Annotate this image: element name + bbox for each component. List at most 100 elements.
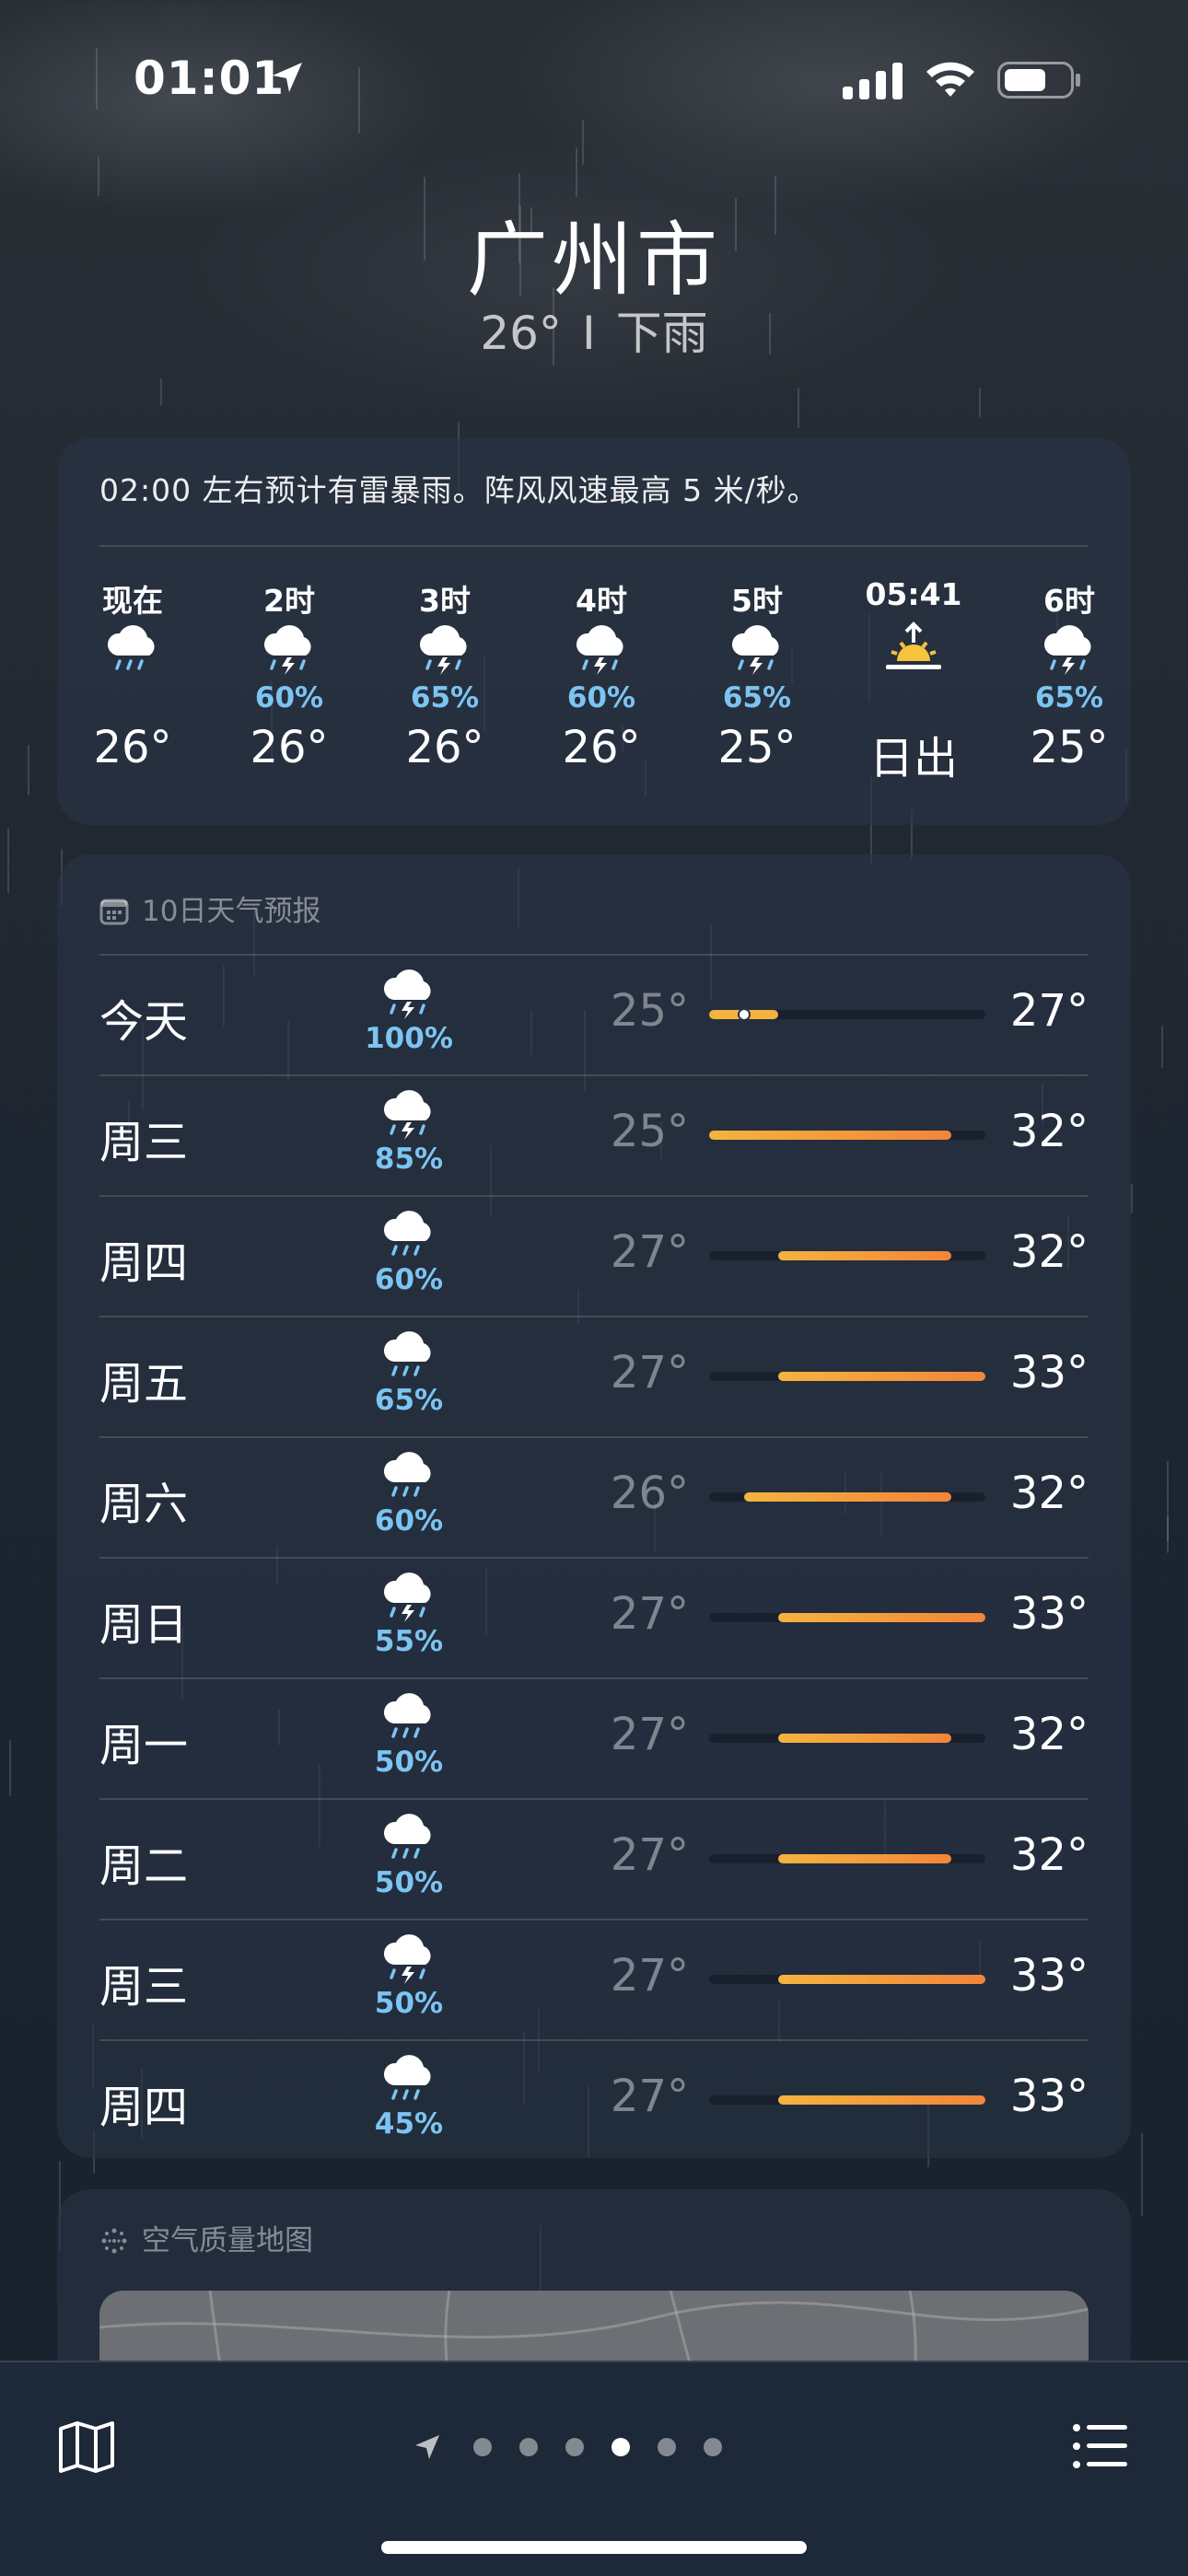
row-divider [99,1557,1089,1559]
day-label: 周三 [99,1117,189,1168]
high-temp: 33° [1009,1588,1089,1640]
hour-temp: 26° [250,722,329,773]
hourly-forecast-card[interactable]: 02:00 左右预计有雷暴雨。阵风风速最高 5 米/秒。 现在 26° 2时 60% 2… [57,438,1131,825]
day-precip: 50% [374,1746,444,1779]
low-temp: 27° [610,1226,689,1278]
rain-cloud-icon [379,1327,438,1382]
summary-separator: I [581,307,596,360]
row-divider [99,954,1089,956]
hour-temp: 日出 [868,733,958,784]
high-temp: 32° [1009,1106,1089,1157]
list-icon[interactable] [1072,2421,1127,2471]
location-arrow-icon[interactable] [413,2432,442,2462]
hour-precip: 60% [254,681,324,714]
day-precip: 50% [374,1987,444,2020]
page-indicator[interactable] [413,2431,781,2464]
day-precip: 45% [374,2107,444,2141]
temp-range-fill [778,1613,985,1622]
calendar-icon [99,899,129,925]
thunderstorm-icon [1040,621,1099,676]
temp-range-bar [709,1613,985,1622]
temp-range-fill [709,1131,951,1140]
page-dot[interactable] [565,2438,584,2456]
temp-range-bar [709,1975,985,1984]
page-dot[interactable] [704,2438,722,2456]
temp-range-bar [709,1372,985,1381]
card-divider [99,545,1089,547]
sunrise-icon [884,621,943,676]
day-label: 周五 [99,1358,189,1410]
page-dot[interactable] [473,2438,492,2456]
high-temp: 32° [1009,1226,1089,1278]
hour-label: 6时 [1043,583,1095,619]
thunderstorm-icon [415,621,474,676]
home-indicator[interactable] [381,2541,807,2554]
current-summary: 26° I 下雨 [0,296,1188,363]
air-quality-title: 空气质量地图 [142,2224,313,2257]
forecast-row[interactable]: 周六 60% 26° 32° [99,1436,1089,1557]
temp-range-fill [778,2095,985,2105]
low-temp: 25° [610,1106,689,1157]
hour-label: 4时 [576,583,627,619]
ten-day-title: 10日天气预报 [142,895,321,928]
row-divider [99,1316,1089,1317]
hour-label: 2时 [263,583,315,619]
forecast-row[interactable]: 周一 50% 27° 32° [99,1677,1089,1798]
rain-cloud-icon [379,2050,438,2106]
hour-temp: 25° [1030,722,1109,773]
rain-cloud-icon [103,621,162,676]
air-quality-icon [101,2228,127,2254]
day-label: 周二 [99,1840,189,1892]
forecast-row[interactable]: 周五 65% 27° 33° [99,1316,1089,1436]
forecast-row[interactable]: 今天 100% 25° 27° [99,954,1089,1074]
bottom-toolbar [0,2361,1188,2576]
temp-range-fill [778,1854,951,1863]
thunderstorm-icon [728,621,786,676]
thunderstorm-icon [379,1568,438,1623]
thunderstorm-icon [379,1930,438,1985]
hour-label: 现在 [102,583,163,619]
thunderstorm-icon [379,965,438,1020]
forecast-row[interactable]: 周三 50% 27° 33° [99,1919,1089,2039]
page-dot[interactable] [519,2438,538,2456]
temp-range-bar [709,1131,985,1140]
row-divider [99,1436,1089,1438]
day-precip: 55% [374,1625,444,1658]
forecast-row[interactable]: 周日 55% 27° 33° [99,1557,1089,1677]
day-precip: 60% [374,1263,444,1296]
day-label: 周六 [99,1479,189,1530]
high-temp: 27° [1009,985,1089,1037]
map-icon[interactable] [57,2419,116,2475]
forecast-row[interactable]: 周二 50% 27° 32° [99,1798,1089,1919]
day-label: 周日 [99,1599,189,1651]
day-label: 今天 [99,996,189,1048]
rain-cloud-icon [379,1206,438,1261]
temp-range-fill [778,1975,985,1984]
row-divider [99,2039,1089,2041]
forecast-row[interactable]: 周四 60% 27° 32° [99,1195,1089,1316]
row-divider [99,1677,1089,1679]
ten-day-forecast-card[interactable]: 10日天气预报 今天 100% 25° 27° 周三 85% 25° 32° 周四 60% 27° 3… [57,854,1131,2158]
forecast-row[interactable]: 周三 85% 25° 32° [99,1074,1089,1195]
row-divider [99,1195,1089,1197]
current-condition: 下雨 [615,307,708,360]
battery-icon [997,62,1080,99]
high-temp: 32° [1009,1829,1089,1881]
low-temp: 25° [610,985,689,1037]
forecast-row[interactable]: 周四 45% 27° 33° [99,2039,1089,2160]
high-temp: 32° [1009,1468,1089,1519]
high-temp: 33° [1009,2071,1089,2122]
high-temp: 33° [1009,1347,1089,1398]
day-label: 周三 [99,1961,189,2013]
day-precip: 85% [374,1143,444,1176]
temp-range-fill [778,1734,951,1743]
day-precip: 50% [374,1866,444,1899]
thunderstorm-icon [260,621,319,676]
hour-label: 3时 [419,583,471,619]
hour-precip: 65% [1034,681,1104,714]
page-dot[interactable] [658,2438,676,2456]
page-dot[interactable] [611,2438,630,2456]
row-divider [99,1798,1089,1800]
current-temperature: 26° [480,307,562,360]
high-temp: 33° [1009,1950,1089,2002]
